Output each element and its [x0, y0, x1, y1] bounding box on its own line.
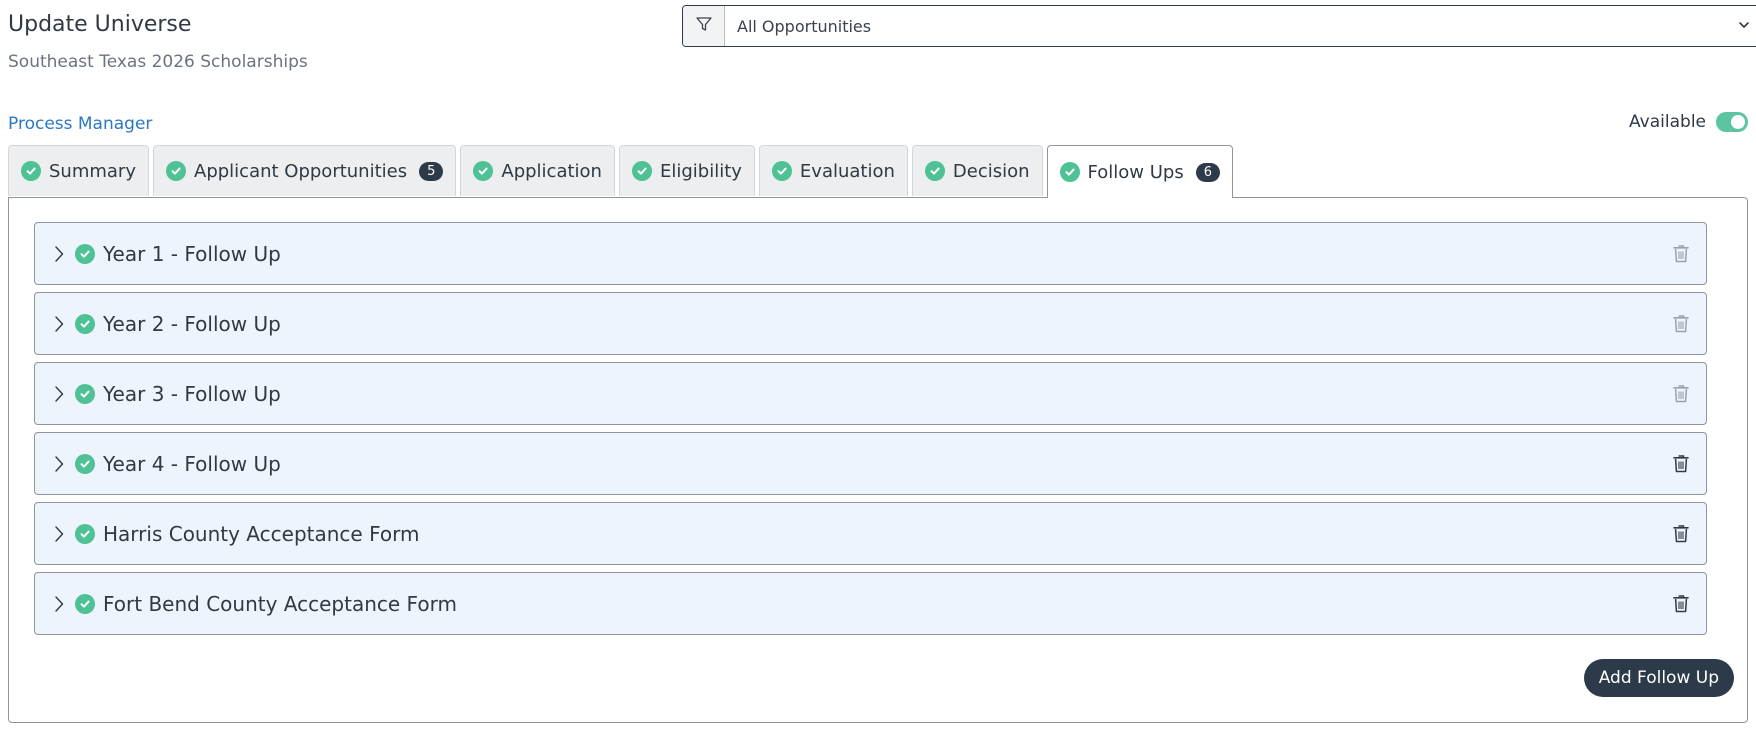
opportunity-select[interactable]: All Opportunities — [725, 6, 1756, 46]
tab-label: Summary — [49, 160, 136, 182]
check-circle-icon — [631, 161, 652, 181]
tab-label: Decision — [952, 160, 1030, 182]
tab-follow-ups[interactable]: Follow Ups 6 — [1046, 145, 1233, 198]
check-circle-icon — [21, 161, 41, 181]
tab-eligibility[interactable]: Eligibility — [618, 145, 755, 196]
availability-toggle[interactable] — [1716, 112, 1748, 132]
followup-row[interactable]: Year 1 - Follow Up — [34, 222, 1707, 285]
trash-icon[interactable] — [1670, 592, 1692, 616]
tab-label: Eligibility — [659, 160, 742, 182]
tab-label: Applicant Opportunities — [194, 160, 408, 182]
check-circle-icon — [75, 593, 95, 614]
chevron-right-icon[interactable] — [49, 383, 69, 405]
trash-icon[interactable] — [1670, 312, 1692, 336]
chevron-right-icon[interactable] — [49, 453, 69, 475]
tab-applicant-opportunities[interactable]: Applicant Opportunities 5 — [153, 145, 457, 196]
followup-title: Year 3 - Follow Up — [103, 381, 281, 406]
followup-title: Year 1 - Follow Up — [103, 241, 281, 266]
followup-title: Year 2 - Follow Up — [103, 311, 281, 336]
tab-label: Follow Ups — [1087, 161, 1184, 183]
tab-application[interactable]: Application — [460, 145, 615, 196]
followup-row[interactable]: Harris County Acceptance Form — [34, 502, 1707, 565]
check-circle-icon — [924, 161, 945, 181]
opportunity-select-value: All Opportunities — [737, 16, 872, 36]
process-tabs: Summary Applicant Opportunities 5 Applicati… — [8, 145, 1233, 198]
chevron-right-icon[interactable] — [49, 523, 69, 545]
check-circle-icon — [75, 383, 95, 404]
page-header: Update Universe Southeast Texas 2026 Sch… — [8, 0, 1756, 80]
followup-title: Year 4 - Follow Up — [103, 451, 281, 476]
availability-control: Available — [1629, 112, 1748, 132]
filter-icon-box — [683, 6, 725, 46]
tab-decision[interactable]: Decision — [911, 145, 1043, 196]
followup-row[interactable]: Fort Bend County Acceptance Form — [34, 572, 1707, 635]
chevron-right-icon[interactable] — [49, 313, 69, 335]
check-circle-icon — [473, 161, 494, 181]
followup-row[interactable]: Year 2 - Follow Up — [34, 292, 1707, 355]
followups-panel: Year 1 - Follow Up Year 2 - Follow Up Year… — [8, 197, 1748, 723]
page-title: Update Universe — [8, 12, 192, 37]
check-circle-icon — [75, 523, 95, 544]
check-circle-icon — [1059, 162, 1080, 182]
check-circle-icon — [166, 161, 186, 181]
check-circle-icon — [75, 243, 95, 264]
tab-count-badge: 6 — [1195, 162, 1220, 182]
followup-row[interactable]: Year 4 - Follow Up — [34, 432, 1707, 495]
check-circle-icon — [75, 453, 95, 474]
check-circle-icon — [75, 313, 95, 334]
filter-icon — [695, 15, 713, 37]
check-circle-icon — [771, 161, 792, 181]
followup-title: Fort Bend County Acceptance Form — [103, 591, 457, 616]
add-followup-button[interactable]: Add Follow Up — [1583, 659, 1734, 697]
chevron-down-icon — [1737, 17, 1751, 36]
trash-icon[interactable] — [1670, 382, 1692, 406]
trash-icon[interactable] — [1670, 452, 1692, 476]
tab-label: Application — [501, 160, 602, 182]
trash-icon[interactable] — [1670, 242, 1692, 266]
availability-label: Available — [1629, 112, 1706, 132]
trash-icon[interactable] — [1670, 522, 1692, 546]
followup-title: Harris County Acceptance Form — [103, 521, 420, 546]
tab-evaluation[interactable]: Evaluation — [758, 145, 908, 196]
followup-row[interactable]: Year 3 - Follow Up — [34, 362, 1707, 425]
opportunity-filter: All Opportunities — [682, 5, 1756, 47]
page-subtitle: Southeast Texas 2026 Scholarships — [8, 52, 308, 72]
tab-summary[interactable]: Summary — [8, 145, 149, 196]
process-manager-link[interactable]: Process Manager — [8, 114, 152, 134]
tab-label: Evaluation — [799, 160, 895, 182]
chevron-right-icon[interactable] — [49, 593, 69, 615]
followup-list: Year 1 - Follow Up Year 2 - Follow Up Year… — [34, 222, 1707, 642]
chevron-right-icon[interactable] — [49, 243, 69, 265]
tab-count-badge: 5 — [419, 161, 444, 181]
